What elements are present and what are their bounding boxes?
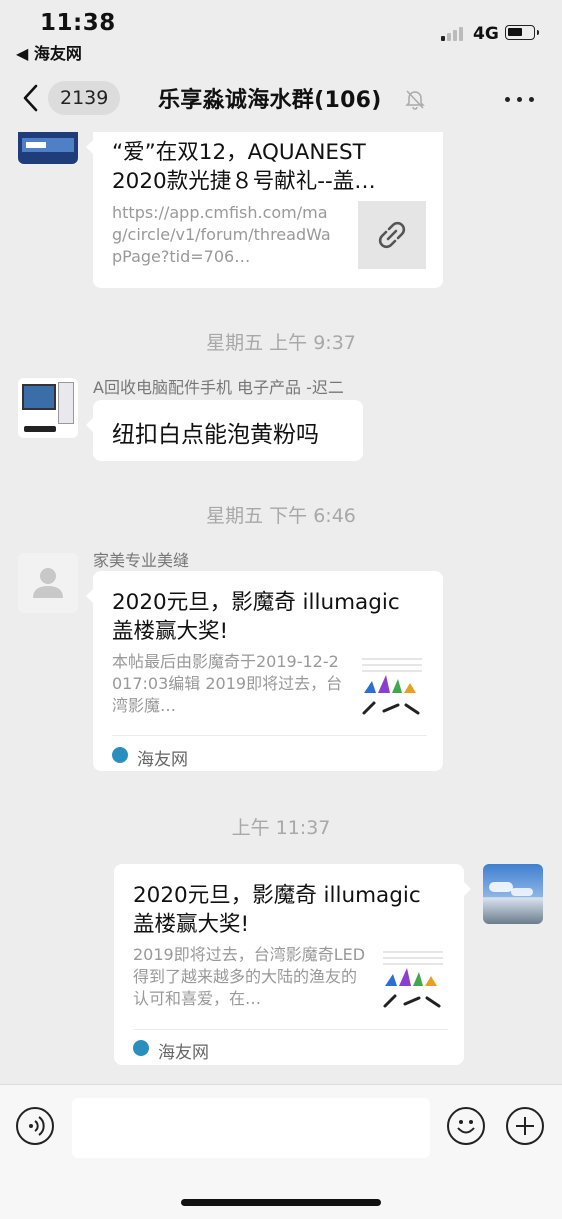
sender-name: A回收电脑配件手机 电子产品 -迟二 (93, 378, 344, 397)
timestamp: 上午 11:37 (231, 817, 331, 839)
default-avatar[interactable] (18, 553, 78, 613)
card-divider (112, 735, 427, 736)
article-thumbnail (379, 944, 447, 1012)
network-label: 4G (473, 24, 499, 44)
chat-header: 2139 乐享淼诚海水群(106) (0, 64, 562, 132)
link-card-url: https://app.cmfish.com/mag/circle/v1/for… (112, 203, 331, 266)
message-text: 纽扣白点能泡黄粉吗 (112, 422, 319, 448)
my-avatar[interactable] (483, 864, 543, 924)
source-logo-icon (112, 747, 128, 763)
link-icon (378, 221, 406, 249)
emoji-icon (457, 1120, 475, 1134)
input-bar (0, 1084, 562, 1219)
article-card-title: 2020元旦，影魔奇 illumagic 盖楼赢大奖! (133, 883, 421, 937)
voice-icon (29, 1116, 45, 1136)
person-icon (33, 568, 63, 598)
card-divider (133, 1029, 448, 1030)
article-card-desc: 本帖最后由影魔奇于2019-12-2017:03编辑 2019即将过去，台湾影魔… (112, 652, 343, 715)
timestamp: 星期五 下午 6:46 (206, 505, 356, 527)
voice-input-button[interactable] (16, 1107, 54, 1145)
article-card-bubble[interactable]: 2020元旦，影魔奇 illumagic 盖楼赢大奖! 2019即将过去，台湾影… (114, 864, 471, 1065)
chat-message-list[interactable]: “爱”在双12，AQUANEST 2020款光捷８号献礼--盖… https:/… (0, 132, 562, 1084)
chat-title: 乐享淼诚海水群(106) (158, 88, 382, 113)
home-indicator (181, 1199, 381, 1206)
sender-name: 家美专业美缝 (93, 551, 190, 570)
spectrum-chart-icon (362, 658, 422, 715)
back-to-app-link[interactable]: ◀ 海友网 (16, 40, 82, 64)
link-card-bubble[interactable]: “爱”在双12，AQUANEST 2020款光捷８号献礼--盖… https:/… (86, 132, 443, 288)
status-time: 11:38 (40, 10, 116, 36)
unread-count-badge[interactable]: 2139 (48, 81, 121, 115)
back-chevron-icon[interactable] (22, 84, 38, 112)
signal-icon (441, 25, 467, 41)
article-card-title: 2020元旦，影魔奇 illumagic 盖楼赢大奖! (112, 590, 400, 644)
link-thumbnail (358, 201, 426, 269)
mute-bell-icon (405, 90, 425, 110)
text-message-bubble[interactable]: 纽扣白点能泡黄粉吗 (86, 400, 363, 461)
source-logo-icon (133, 1040, 149, 1056)
avatar[interactable] (18, 132, 78, 164)
link-card-title: “爱”在双12，AQUANEST 2020款光捷８号献礼--盖… (112, 140, 376, 194)
status-bar: 11:38 ◀ 海友网 4G (0, 0, 562, 64)
more-options-icon[interactable] (505, 97, 535, 103)
timestamp: 星期五 上午 9:37 (206, 332, 356, 354)
article-card-desc: 2019即将过去，台湾影魔奇LED得到了越来越多的大陆的渔友的认可和喜爱，在… (133, 945, 366, 1008)
emoji-button[interactable] (447, 1107, 485, 1145)
avatar[interactable] (18, 378, 78, 438)
article-card-bubble[interactable]: 2020元旦，影魔奇 illumagic 盖楼赢大奖! 本帖最后由影魔奇于201… (86, 571, 443, 771)
message-input[interactable] (72, 1098, 430, 1158)
plus-icon (516, 1117, 534, 1135)
spectrum-chart-icon (383, 951, 443, 1008)
battery-icon (505, 25, 539, 40)
article-source: 海友网 (137, 750, 188, 770)
more-functions-button[interactable] (506, 1107, 544, 1145)
article-thumbnail (358, 651, 426, 719)
article-source: 海友网 (158, 1043, 209, 1063)
